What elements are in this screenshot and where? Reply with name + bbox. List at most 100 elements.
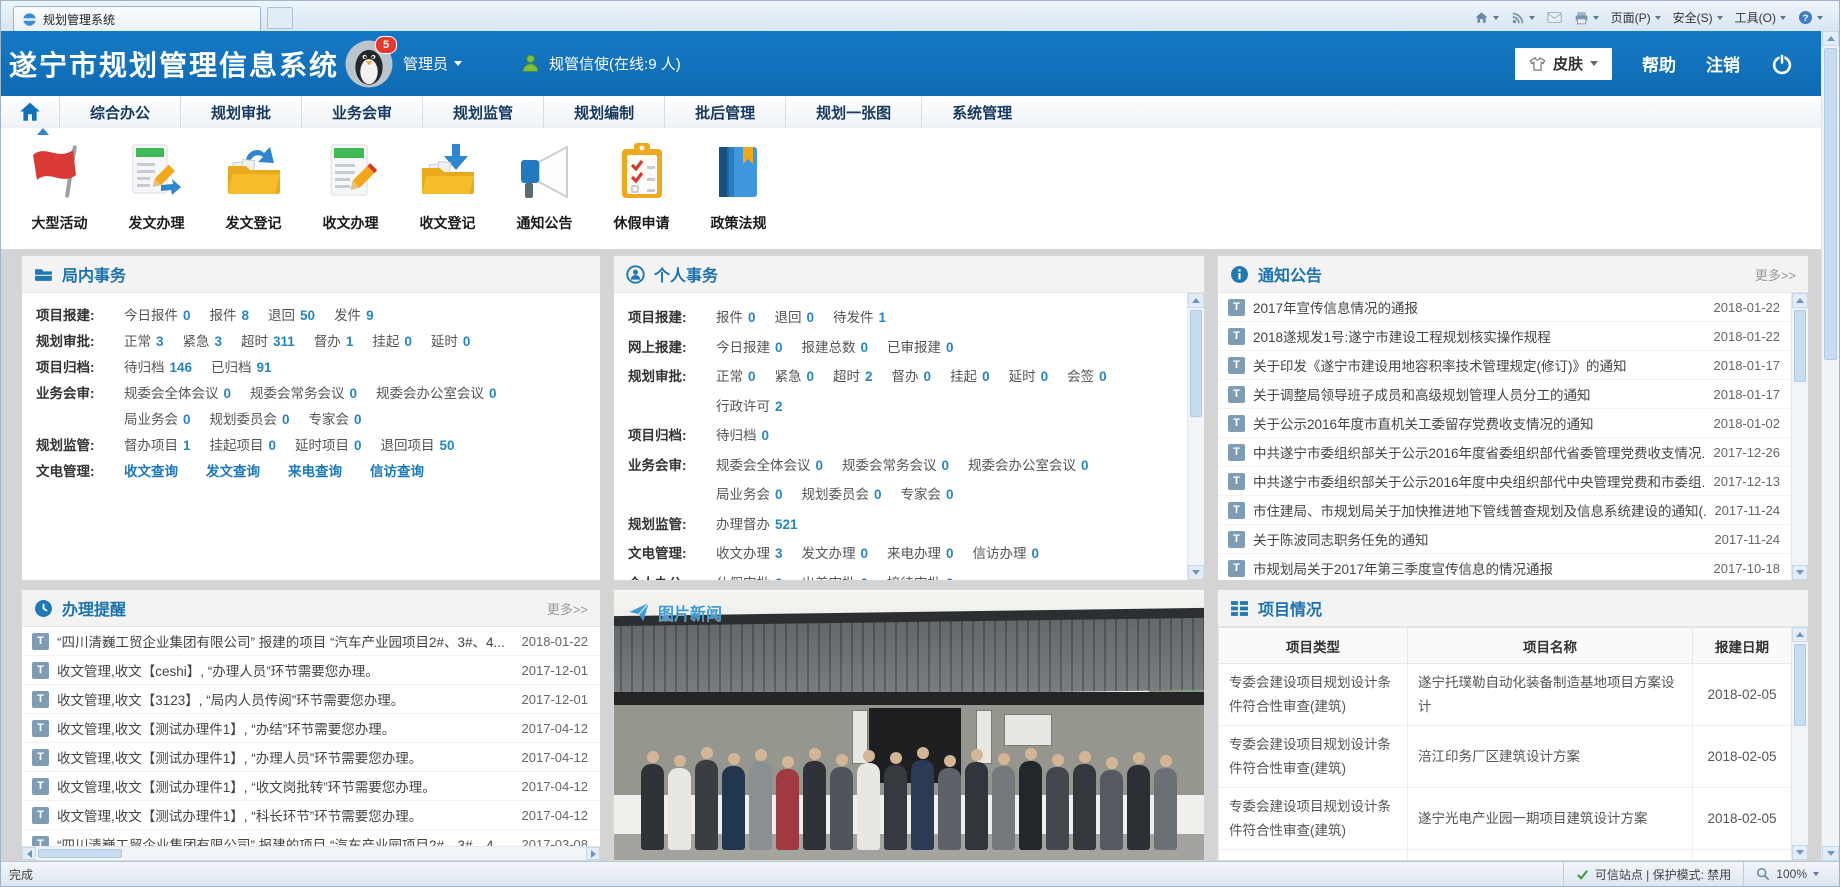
messenger-status[interactable]: 规管信使(在线:9 人) [520,53,681,74]
reminder-item[interactable]: 收文管理,收文【3123】, “局内人员传阅”环节需要您办理。 2017-12-0… [22,685,600,714]
stat-item[interactable]: 紧急 0 [775,369,815,384]
notice-item[interactable]: 2018遂规发1号:遂宁市建设工程规划核实操作规程 2018-01-22 [1218,322,1792,351]
stat-link[interactable]: 信访查询 [370,464,424,479]
safety-menu-button[interactable]: 安全(S) [1673,9,1723,26]
notice-item[interactable]: 市住建局、市规划局关于加快推进地下管线普查规划及信息系统建设的通知(... 201… [1218,496,1792,525]
scrollbar-thumb[interactable] [1794,310,1806,382]
feeds-menu-button[interactable] [1511,11,1535,25]
power-icon[interactable] [1770,52,1794,76]
scroll-down-button[interactable] [1822,846,1839,861]
stat-item[interactable]: 规划委员会 0 [210,412,290,427]
shortcut-item[interactable]: 大型活动 [11,138,108,249]
stat-item[interactable]: 挂起 0 [950,369,990,384]
home-menu-button[interactable] [1474,10,1499,25]
reminder-item[interactable]: 收文管理,收文【测试办理件1】, “收文岗批转”环节需要您办理。 2017-04-… [22,772,600,801]
stat-item[interactable]: 今日报件 0 [124,308,191,323]
stat-item[interactable]: 退回 50 [268,308,315,323]
notice-item[interactable]: 中共遂宁市委组织部关于公示2016年度中央组织部代中央管理党费和市委组... 20… [1218,467,1792,496]
stat-item[interactable]: 退回 0 [775,310,815,325]
reminders-more-link[interactable]: 更多>> [547,599,588,618]
window-scrollbar[interactable] [1821,31,1839,861]
stat-item[interactable]: 会签 0 [1067,369,1107,384]
stat-item[interactable]: 出差审批 0 [802,576,869,581]
stat-item[interactable]: 规委会全体会议 0 [124,386,231,401]
scrollbar-thumb[interactable] [1794,644,1806,726]
stat-item[interactable]: 挂起项目 0 [210,438,277,453]
stat-item[interactable]: 信访办理 0 [973,546,1040,561]
stat-item[interactable]: 规委会办公室会议 0 [968,458,1089,473]
scroll-down-button[interactable] [1188,565,1204,580]
personal-scrollbar[interactable] [1187,293,1204,580]
stat-item[interactable]: 报件 0 [716,310,756,325]
shortcut-item[interactable]: 通知公告 [496,138,593,249]
stat-item[interactable]: 发文办理 0 [802,546,869,561]
nav-item[interactable]: 规划编制 [543,96,664,128]
stat-link[interactable]: 收文查询 [124,464,178,479]
help-button[interactable]: 帮助 [1642,51,1676,76]
notice-item[interactable]: 2017年宣传信息情况的通报 2018-01-22 [1218,293,1792,322]
scrollbar-thumb[interactable] [1824,48,1837,360]
project-row[interactable]: 专委会建设项目规划设计条件符合性审查(建筑) [1218,849,1792,860]
notices-scrollbar[interactable] [1791,293,1808,580]
stat-item[interactable]: 待发件 1 [833,310,886,325]
notice-item[interactable]: 中共遂宁市委组织部关于公示2016年度省委组织部代省委管理党费收支情况... 20… [1218,438,1792,467]
scroll-down-button[interactable] [1792,845,1808,860]
scroll-left-button[interactable] [22,847,36,860]
user-menu[interactable]: 管理员 [403,53,463,74]
scroll-right-button[interactable] [586,847,600,860]
stat-item[interactable]: 规委会常务会议 0 [250,386,357,401]
stat-item[interactable]: 督办项目 1 [124,438,191,453]
notice-item[interactable]: 关于公示2016年度市直机关工委留存党费收支情况的通知 2018-01-02 [1218,409,1792,438]
nav-item[interactable]: 综合办公 [59,96,180,128]
reminder-item[interactable]: 收文管理,收文【测试办理件1】, “科长环节”环节需要您办理。 2017-04-1… [22,801,600,830]
notices-more-link[interactable]: 更多>> [1755,265,1796,284]
nav-item[interactable]: 规划一张图 [785,96,921,128]
new-tab-button[interactable] [267,7,293,29]
stat-item[interactable]: 退回项目 50 [381,438,455,453]
stat-item[interactable]: 规划委员会 0 [802,487,882,502]
shortcut-item[interactable]: 政策法规 [690,138,787,249]
project-row[interactable]: 专委会建设项目规划设计条件符合性审查(建筑) 遂宁光电产业园一期项目建筑设计方案 2… [1218,787,1792,850]
reminders-hscrollbar[interactable] [22,846,600,860]
stat-link[interactable]: 发文查询 [206,464,260,479]
stat-item[interactable]: 待归档 0 [716,428,769,443]
stat-link[interactable]: 来电查询 [288,464,342,479]
stat-item[interactable]: 延时项目 0 [295,438,362,453]
stat-item[interactable]: 专家会 0 [309,412,362,427]
shortcut-item[interactable]: 发文登记 [205,138,302,249]
notice-item[interactable]: 关于陈波同志职务任免的通知 2017-11-24 [1218,525,1792,554]
reminder-item[interactable]: “四川清巍工贸企业集团有限公司” 报建的项目 “汽车产业园项目2#、3#、4..… [22,627,600,656]
stat-item[interactable]: 局业务会 0 [716,487,783,502]
shortcut-item[interactable]: 休假申请 [593,138,690,249]
stat-item[interactable]: 今日报建 0 [716,340,783,355]
nav-item[interactable]: 系统管理 [921,96,1042,128]
stat-item[interactable]: 规委会常务会议 0 [842,458,949,473]
stat-item[interactable]: 局业务会 0 [124,412,191,427]
stat-item[interactable]: 报件 8 [210,308,250,323]
stat-item[interactable]: 督办 1 [314,334,354,349]
nav-item[interactable]: 规划审批 [180,96,301,128]
stat-item[interactable]: 办理督办 521 [716,517,798,532]
stat-item[interactable]: 延时 0 [431,334,471,349]
shortcut-item[interactable]: 收文登记 [399,138,496,249]
stat-item[interactable]: 来电办理 0 [887,546,954,561]
stat-item[interactable]: 紧急 3 [183,334,223,349]
browser-tab[interactable]: 规划管理系统 [13,6,261,31]
reminder-item[interactable]: 收文管理,收文【测试办理件1】, “办理人员”环节需要您办理。 2017-04-1… [22,743,600,772]
nav-item[interactable]: 规划监管 [422,96,543,128]
notice-item[interactable]: 关于调整局领导班子成员和高级规划管理人员分工的通知 2018-01-17 [1218,380,1792,409]
scroll-up-button[interactable] [1792,293,1808,308]
stat-item[interactable]: 发件 9 [334,308,374,323]
print-menu-button[interactable] [1574,11,1599,25]
reminder-item[interactable]: 收文管理,收文【测试办理件1】, “办结”环节需要您办理。 2017-04-12 [22,714,600,743]
stat-item[interactable]: 规委会办公室会议 0 [376,386,497,401]
project-row[interactable]: 专委会建设项目规划设计条件符合性审查(建筑) 遂宁托璞勒自动化装备制造基地项目方案… [1218,663,1792,726]
stat-item[interactable]: 收文办理 3 [716,546,783,561]
page-menu-button[interactable]: 页面(P) [1611,9,1661,26]
scroll-up-button[interactable] [1188,293,1204,308]
notice-item[interactable]: 市规划局关于2017年第三季度宣传信息的情况通报 2017-10-18 [1218,554,1792,580]
stat-item[interactable]: 正常 3 [124,334,164,349]
scrollbar-thumb[interactable] [38,849,122,858]
shortcut-item[interactable]: 发文办理 [108,138,205,249]
stat-item[interactable]: 接待审批 0 [887,576,954,581]
